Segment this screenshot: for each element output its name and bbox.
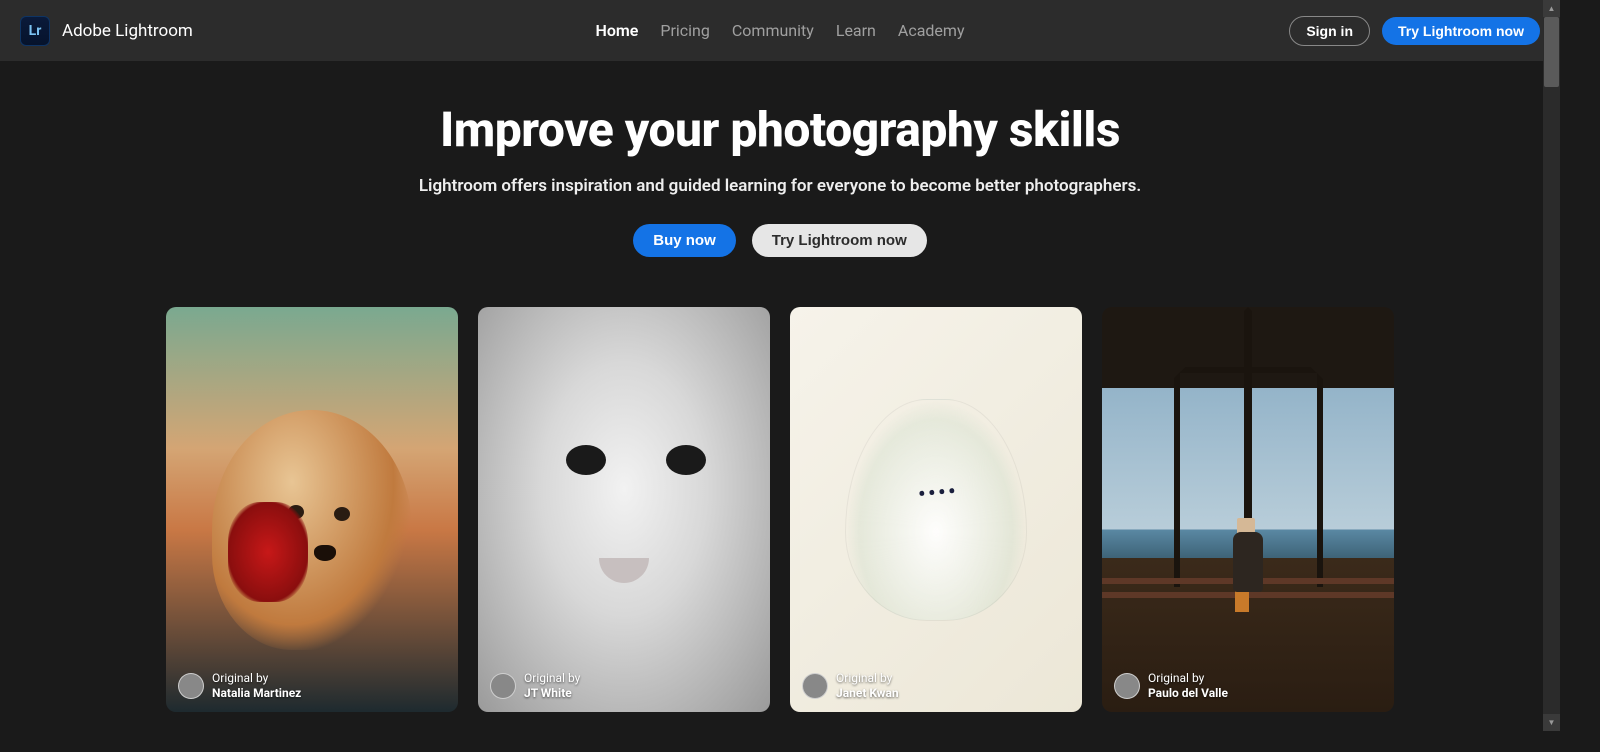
lightroom-logo-icon: Lr	[20, 16, 50, 46]
card-attribution: Original by Paulo del Valle	[1114, 671, 1228, 700]
gallery-card[interactable]: Original by Paulo del Valle	[1102, 307, 1394, 712]
vertical-scrollbar[interactable]: ▲ ▼	[1543, 0, 1560, 731]
scroll-up-icon[interactable]: ▲	[1543, 0, 1560, 17]
try-lightroom-hero-button[interactable]: Try Lightroom now	[752, 224, 927, 257]
card-attribution: Original by JT White	[490, 671, 580, 700]
nav-academy[interactable]: Academy	[898, 21, 965, 40]
original-by-label: Original by	[524, 671, 580, 685]
brand[interactable]: Lr Adobe Lightroom	[20, 16, 193, 46]
header-actions: Sign in Try Lightroom now	[1289, 16, 1540, 46]
nav-learn[interactable]: Learn	[836, 21, 876, 40]
avatar	[1114, 673, 1140, 699]
hero-headline: Improve your photography skills	[0, 101, 1560, 158]
author-name: Natalia Martinez	[212, 686, 301, 700]
author-name: JT White	[524, 686, 580, 700]
original-by-label: Original by	[836, 671, 899, 685]
avatar	[178, 673, 204, 699]
avatar	[490, 673, 516, 699]
gallery-card[interactable]: Original by Janet Kwan	[790, 307, 1082, 712]
primary-nav: Home Pricing Community Learn Academy	[595, 21, 964, 40]
hero-cta-row: Buy now Try Lightroom now	[0, 224, 1560, 257]
gallery-card[interactable]: Original by Natalia Martinez	[166, 307, 458, 712]
original-by-label: Original by	[212, 671, 301, 685]
nav-community[interactable]: Community	[732, 21, 814, 40]
brand-name: Adobe Lightroom	[62, 21, 193, 41]
gallery-card[interactable]: Original by JT White	[478, 307, 770, 712]
hero-section: Improve your photography skills Lightroo…	[0, 61, 1560, 752]
gallery: Original by Natalia Martinez Original by…	[0, 307, 1560, 752]
buy-now-button[interactable]: Buy now	[633, 224, 736, 257]
card-attribution: Original by Janet Kwan	[802, 671, 899, 700]
sign-in-button[interactable]: Sign in	[1289, 16, 1370, 46]
nav-home[interactable]: Home	[595, 21, 638, 40]
hero-subhead: Lightroom offers inspiration and guided …	[0, 176, 1560, 196]
card-attribution: Original by Natalia Martinez	[178, 671, 301, 700]
nav-pricing[interactable]: Pricing	[660, 21, 710, 40]
original-by-label: Original by	[1148, 671, 1228, 685]
author-name: Paulo del Valle	[1148, 686, 1228, 700]
avatar	[802, 673, 828, 699]
try-lightroom-header-button[interactable]: Try Lightroom now	[1382, 17, 1540, 45]
top-nav-bar: Lr Adobe Lightroom Home Pricing Communit…	[0, 0, 1560, 61]
scroll-thumb[interactable]	[1544, 17, 1559, 87]
scroll-down-icon[interactable]: ▼	[1543, 714, 1560, 731]
author-name: Janet Kwan	[836, 686, 899, 700]
